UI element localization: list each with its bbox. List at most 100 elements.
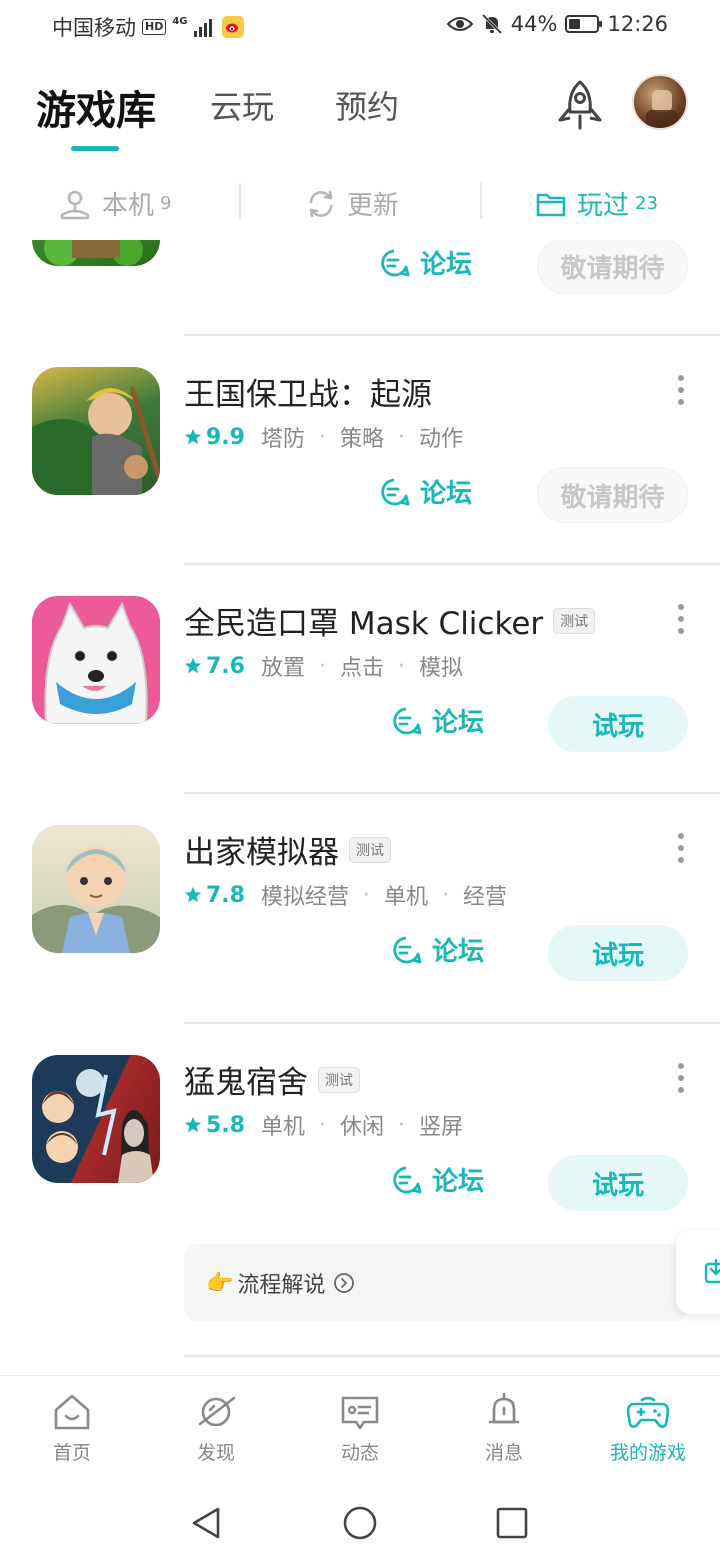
coming-soon-button[interactable]: 敬请期待 (537, 467, 688, 523)
tag-separator: · (442, 882, 450, 908)
list-item: 论坛 敬请期待 (0, 240, 720, 335)
eye-icon (446, 17, 473, 31)
tag-separator: · (319, 424, 326, 450)
network-label: 4G (172, 15, 188, 27)
tab-cloud-play[interactable]: 云玩 (210, 82, 274, 128)
floating-download-tab[interactable] (676, 1230, 720, 1314)
forum-button[interactable]: 论坛 (378, 244, 472, 281)
tag: 竖屏 (419, 1115, 464, 1140)
list-item[interactable]: 王国保卫战：起源 9.9 塔防 · 策略 · 动作 论坛 敬请期待 (0, 335, 720, 564)
nav-discover[interactable]: 发现 (156, 1390, 276, 1465)
sub-tab-played-count: 23 (635, 193, 658, 214)
pointing-hand-icon: 👉 (206, 1270, 234, 1296)
nav-my-games-label: 我的游戏 (609, 1442, 686, 1464)
forum-button[interactable]: 论坛 (390, 702, 484, 739)
rocket-icon[interactable] (554, 78, 606, 134)
hd-badge: HD (142, 19, 167, 35)
star-icon (184, 428, 202, 445)
top-tabs: 游戏库 云玩 预约 (0, 70, 720, 160)
game-title[interactable]: 出家模拟器 (184, 827, 339, 872)
forum-button[interactable]: 论坛 (390, 931, 484, 968)
folder-icon (536, 193, 566, 216)
test-badge: 测试 (349, 836, 391, 863)
status-bar: 中国移动 HD 4G 44% 12:26 (0, 0, 720, 50)
score-value: 5.8 (206, 1112, 245, 1138)
mute-bell-icon (481, 13, 502, 35)
walkthrough-card[interactable]: 👉 流程解说 (184, 1244, 688, 1322)
sub-tab-played[interactable]: 玩过 23 (535, 185, 658, 222)
forum-label: 论坛 (432, 1167, 485, 1197)
bell-icon (488, 1392, 520, 1424)
game-icon[interactable] (32, 1055, 160, 1183)
forum-icon (393, 936, 422, 963)
tab-reservation[interactable]: 预约 (335, 82, 399, 128)
score-value: 9.9 (206, 424, 245, 450)
tag-separator: · (319, 653, 326, 679)
forum-button[interactable]: 论坛 (390, 1161, 484, 1198)
game-icon[interactable] (32, 367, 160, 495)
list-item[interactable]: 猛鬼宿舍 测试 5.8 单机 · 休闲 · 竖屏 论坛 试玩 (0, 1023, 720, 1252)
tag-separator: · (319, 1112, 326, 1138)
nav-discover-label: 发现 (196, 1442, 235, 1464)
forum-icon (393, 707, 422, 734)
more-options-icon[interactable] (676, 375, 686, 405)
star-icon (184, 1116, 202, 1133)
game-icon[interactable] (32, 240, 160, 266)
game-score: 7.6 (184, 654, 245, 679)
test-badge: 测试 (318, 1066, 360, 1093)
sub-tab-update[interactable]: 更新 (305, 185, 399, 222)
game-title[interactable]: 王国保卫战：起源 (184, 369, 432, 414)
more-options-icon[interactable] (676, 604, 686, 634)
weibo-icon (221, 16, 244, 38)
more-options-icon[interactable] (676, 1063, 686, 1093)
game-icon[interactable] (32, 825, 160, 953)
try-play-button[interactable]: 试玩 (548, 925, 688, 981)
list-item[interactable]: 出家模拟器 测试 7.8 模拟经营 · 单机 · 经营 论坛 试玩 (0, 793, 720, 1022)
nav-home[interactable]: 首页 (12, 1390, 132, 1465)
home-button-icon[interactable] (340, 1503, 380, 1543)
game-meta: 7.8 模拟经营 · 单机 · 经营 (184, 879, 507, 911)
clock: 12:26 (607, 12, 668, 36)
nav-feed-label: 动态 (340, 1442, 379, 1464)
chevron-right-icon (334, 1273, 355, 1293)
forum-label: 论坛 (420, 479, 473, 509)
test-badge: 测试 (553, 607, 596, 634)
sub-tab-played-label: 玩过 (577, 191, 630, 221)
game-icon[interactable] (32, 596, 160, 724)
nav-messages[interactable]: 消息 (444, 1390, 564, 1465)
back-icon[interactable] (186, 1503, 226, 1543)
game-title[interactable]: 全民造口罩 Mask Clicker (184, 598, 543, 643)
divider (184, 1355, 720, 1357)
tag-separator: · (398, 424, 406, 450)
more-options-icon[interactable] (676, 833, 686, 863)
bottom-nav: 首页 发现 动态 消息 我的游戏 (0, 1375, 720, 1483)
game-list: 论坛 敬请期待 王国保卫战：起源 9.9 塔防 · 策略 · 动作 论坛 敬请期待 (0, 240, 720, 1375)
try-play-button[interactable]: 试玩 (548, 696, 688, 752)
tag: 模拟 (419, 656, 464, 681)
sub-tab-local-count: 9 (160, 193, 172, 214)
game-score: 9.9 (184, 425, 245, 450)
active-tab-indicator (71, 146, 119, 151)
nav-my-games[interactable]: 我的游戏 (588, 1390, 708, 1465)
forum-icon (381, 249, 410, 276)
tab-game-library[interactable]: 游戏库 (36, 78, 156, 136)
tag: 休闲 (340, 1115, 385, 1140)
avatar[interactable] (632, 74, 688, 130)
tag-separator: · (398, 653, 406, 679)
nav-feed[interactable]: 动态 (300, 1390, 420, 1465)
game-title-row: 王国保卫战：起源 (184, 369, 432, 414)
sub-tab-local[interactable]: 本机 9 (58, 185, 171, 222)
game-title[interactable]: 猛鬼宿舍 (184, 1057, 308, 1102)
game-score: 5.8 (184, 1113, 245, 1138)
carrier-label: 中国移动 (52, 16, 136, 40)
recents-icon[interactable] (492, 1503, 532, 1543)
sub-tab-local-label: 本机 (102, 191, 155, 221)
forum-button[interactable]: 论坛 (378, 473, 472, 510)
score-value: 7.6 (206, 653, 245, 679)
list-item[interactable]: 全民造口罩 Mask Clicker 测试 7.6 放置 · 点击 · 模拟 论坛 … (0, 564, 720, 793)
game-title-row: 全民造口罩 Mask Clicker 测试 (184, 598, 596, 643)
coming-soon-button[interactable]: 敬请期待 (537, 240, 688, 294)
try-play-button[interactable]: 试玩 (548, 1155, 688, 1211)
forum-label: 论坛 (420, 250, 473, 280)
battery-percent: 44% (510, 12, 558, 36)
